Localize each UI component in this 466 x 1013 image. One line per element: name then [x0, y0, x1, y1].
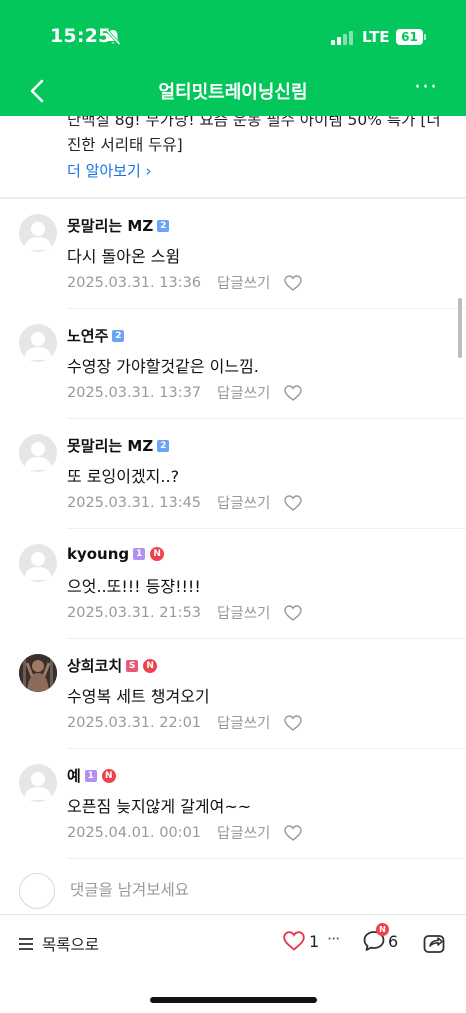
like-button[interactable]: 1: [283, 931, 319, 951]
comment-meta: 2025.03.31. 21:53 답글쓰기: [67, 602, 303, 623]
comment-date: 2025.03.31. 13:45: [67, 494, 202, 511]
level-badge: 1: [84, 769, 97, 782]
comment-text: 수영복 세트 챙겨오기: [67, 687, 210, 706]
status-time: 15:25: [50, 25, 112, 47]
comment-text: 오픈짐 늦지않게 갈게여~~: [67, 797, 252, 816]
reply-button[interactable]: 답글쓰기: [217, 712, 270, 733]
battery-icon: 61: [396, 29, 426, 45]
heart-outline-icon[interactable]: [284, 274, 303, 291]
author-name: 상희코치: [67, 657, 123, 675]
avatar[interactable]: [19, 214, 57, 252]
like-users-button[interactable]: ···: [327, 929, 340, 948]
level-badge: 2: [112, 329, 125, 342]
page-title: 얼티밋트레이닝신림: [158, 82, 308, 103]
reply-button[interactable]: 답글쓰기: [217, 822, 270, 843]
comment-date: 2025.04.01. 00:01: [67, 824, 202, 841]
new-badge: N: [101, 768, 116, 783]
avatar[interactable]: [19, 764, 57, 802]
new-badge: N: [150, 547, 165, 561]
comment-text: 으엇..또!!! 등쟝!!!!: [67, 577, 201, 596]
comment-meta: 2025.03.31. 13:36 답글쓰기: [67, 272, 303, 293]
comment-author[interactable]: kyoung 1 N: [67, 545, 165, 563]
heart-outline-icon[interactable]: [284, 824, 303, 841]
comment-date: 2025.03.31. 13:36: [67, 274, 202, 291]
reply-button[interactable]: 답글쓰기: [217, 382, 270, 403]
level-badge: 2: [157, 219, 170, 232]
author-name: 못말리는 MZ: [67, 437, 154, 455]
comment-item: kyoung 1 N 으엇..또!!! 등쟝!!!! 2025.03.31. 2…: [0, 529, 466, 639]
reply-button[interactable]: 답글쓰기: [217, 492, 270, 513]
home-indicator: [150, 997, 317, 1003]
comment-meta: 2025.03.31. 22:01 답글쓰기: [67, 712, 303, 733]
list-icon: [19, 938, 33, 950]
status-bar: 15:25 LTE 61: [0, 0, 466, 70]
comment-meta: 2025.04.01. 00:01 답글쓰기: [67, 822, 303, 843]
bell-off-icon: [105, 28, 121, 46]
comment-meta: 2025.03.31. 13:45 답글쓰기: [67, 492, 303, 513]
share-icon[interactable]: [422, 931, 446, 955]
avatar[interactable]: [19, 324, 57, 362]
avatar-default-icon: [24, 772, 52, 800]
comment-count: 6: [388, 931, 399, 951]
level-badge: 2: [157, 439, 170, 452]
scrollbar[interactable]: [458, 298, 462, 358]
list-button[interactable]: 목록으로: [18, 933, 99, 955]
level-badge: S: [126, 659, 139, 672]
comment-author[interactable]: 노연주 2: [67, 325, 129, 346]
new-badge: N: [143, 658, 158, 673]
signal-icon: [331, 31, 355, 45]
avatar[interactable]: [19, 544, 57, 582]
ad-more-link[interactable]: 더 알아보기 ›: [67, 160, 152, 181]
battery-level: 61: [396, 29, 423, 45]
heart-outline-icon[interactable]: [284, 604, 303, 621]
comment-input-row: [0, 859, 466, 914]
avatar-default-icon: [24, 222, 52, 250]
comment-author[interactable]: 상희코치 S N: [67, 655, 158, 676]
avatar-default-icon: [24, 552, 52, 580]
ad-banner[interactable]: 단백질 8g! 무가당! 요즘 운동 필수 아이템 50% 특가 [더 진한 서…: [0, 116, 466, 198]
heart-outline-icon[interactable]: [284, 494, 303, 511]
comment-item: 예 1 N 오픈짐 늦지않게 갈게여~~ 2025.04.01. 00:01 답…: [0, 749, 466, 859]
avatar-photo-icon: [19, 654, 57, 692]
comment-author[interactable]: 예 1 N: [67, 765, 116, 786]
list-button-label: 목록으로: [42, 936, 100, 954]
avatar[interactable]: [19, 654, 57, 692]
ad-text: 단백질 8g! 무가당! 요즘 운동 필수 아이템 50% 특가 [더 진한 서…: [67, 116, 441, 154]
avatar-default-icon: [24, 442, 52, 470]
reply-button[interactable]: 답글쓰기: [217, 272, 270, 293]
comment-item: 상희코치 S N 수영복 세트 챙겨오기 2025.03.31. 22:01 답…: [0, 639, 466, 749]
comment-item: 못말리는 MZ 2 또 로잉이겠지..? 2025.03.31. 13:45 답…: [0, 419, 466, 529]
network-label: LTE: [362, 28, 390, 46]
comment-button[interactable]: N 6: [362, 923, 399, 953]
comment-text: 또 로잉이겠지..?: [67, 467, 180, 486]
comment-item: 못말리는 MZ 2 다시 돌아온 스윔 2025.03.31. 13:36 답글…: [0, 199, 466, 309]
comment-author[interactable]: 못말리는 MZ 2: [67, 215, 174, 236]
bottom-toolbar: 목록으로 1 ··· N 6: [0, 914, 466, 972]
level-badge: 1: [133, 548, 146, 560]
author-name: kyoung: [67, 545, 130, 563]
author-name: 예: [67, 767, 81, 785]
comment-date: 2025.03.31. 21:53: [67, 604, 202, 621]
comment-author[interactable]: 못말리는 MZ 2: [67, 435, 174, 456]
new-badge: N: [376, 923, 389, 936]
heart-outline-icon[interactable]: [284, 714, 303, 731]
author-name: 노연주: [67, 327, 109, 345]
avatar-default-icon: [24, 332, 52, 360]
more-icon[interactable]: ···: [414, 77, 438, 99]
my-avatar: [19, 873, 55, 909]
comment-input[interactable]: [70, 877, 430, 903]
reply-button[interactable]: 답글쓰기: [217, 602, 270, 623]
avatar[interactable]: [19, 434, 57, 472]
heart-icon: [283, 931, 305, 951]
comment-text: 수영장 가야할것같은 이느낌.: [67, 357, 259, 376]
comment-item: 노연주 2 수영장 가야할것같은 이느낌. 2025.03.31. 13:37 …: [0, 309, 466, 419]
comment-meta: 2025.03.31. 13:37 답글쓰기: [67, 382, 303, 403]
like-count: 1: [309, 931, 320, 951]
comment-date: 2025.03.31. 13:37: [67, 384, 202, 401]
author-name: 못말리는 MZ: [67, 217, 154, 235]
comment-text: 다시 돌아온 스윔: [67, 247, 181, 266]
heart-outline-icon[interactable]: [284, 384, 303, 401]
nav-bar: 얼티밋트레이닝신림 ···: [0, 70, 466, 116]
comment-date: 2025.03.31. 22:01: [67, 714, 202, 731]
